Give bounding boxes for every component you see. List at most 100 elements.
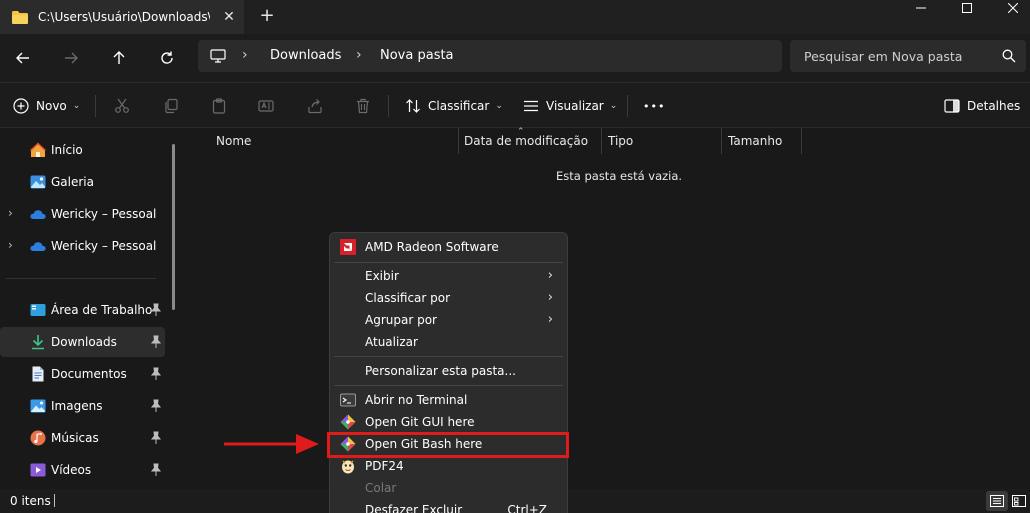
divider — [95, 95, 96, 117]
pin-icon[interactable] — [150, 335, 162, 349]
plus-circle-icon — [13, 98, 29, 114]
share-button[interactable] — [307, 83, 323, 129]
chevron-down-icon: ⌄ — [609, 101, 618, 111]
menu-item-personalizar[interactable]: Personalizar esta pasta... — [334, 360, 563, 382]
menu-item-classificar-por[interactable]: Classificar por › — [334, 287, 563, 309]
column-header-data[interactable]: Data de modificação — [458, 128, 601, 154]
breadcrumb-downloads[interactable]: Downloads — [270, 48, 341, 63]
documents-icon — [32, 366, 44, 382]
music-icon — [30, 430, 46, 446]
chevron-down-icon: ⌄ — [495, 101, 503, 111]
chevron-right-icon[interactable]: › — [8, 206, 13, 220]
menu-divider — [334, 356, 563, 357]
cut-button[interactable] — [114, 83, 130, 129]
sidebar-item-galeria[interactable]: Galeria — [0, 167, 165, 197]
refresh-button[interactable] — [153, 44, 181, 72]
copy-icon — [165, 98, 178, 114]
sidebar-scrollbar[interactable] — [172, 144, 175, 310]
back-button[interactable] — [9, 44, 37, 72]
minimize-button[interactable] — [898, 0, 944, 16]
tab-title: C:\Users\Usuário\Downloads\N — [38, 10, 210, 24]
column-header-nome[interactable]: Nome — [210, 128, 458, 154]
highlight-annotation — [327, 432, 569, 458]
sidebar-item-downloads[interactable]: Downloads — [0, 327, 165, 357]
maximize-button[interactable] — [944, 0, 990, 16]
download-icon — [32, 335, 44, 350]
sidebar-item-inicio[interactable]: Início — [0, 135, 165, 165]
column-header-tipo[interactable]: Tipo — [602, 128, 721, 154]
close-tab-icon[interactable]: ✕ — [220, 8, 238, 26]
forward-button[interactable] — [57, 44, 85, 72]
new-button[interactable]: Novo ⌄ — [13, 83, 80, 129]
minimize-icon — [916, 7, 926, 9]
column-header-tamanho[interactable]: Tamanho — [722, 128, 801, 154]
details-pane-icon — [944, 99, 960, 113]
sidebar-item-videos[interactable]: Vídeos — [0, 455, 165, 485]
divider — [6, 278, 156, 279]
tab-current-folder[interactable]: C:\Users\Usuário\Downloads\N ✕ — [0, 0, 244, 34]
divider — [388, 95, 389, 117]
details-view-icon — [990, 495, 1004, 507]
up-button[interactable] — [105, 44, 133, 72]
title-bar: C:\Users\Usuário\Downloads\N ✕ + — [0, 0, 1030, 34]
sidebar-item-onedrive-1[interactable]: › Wericky – Pessoal — [0, 199, 165, 229]
menu-item-desfazer-excluir[interactable]: Desfazer Excluir Ctrl+Z — [334, 499, 563, 513]
address-bar[interactable]: › Downloads › Nova pasta — [198, 40, 782, 72]
view-button-label: Visualizar — [546, 99, 604, 113]
sort-icon — [406, 99, 420, 113]
paste-button[interactable] — [211, 83, 227, 129]
details-pane-button[interactable]: Detalhes — [944, 83, 1020, 129]
computer-icon — [210, 49, 226, 63]
view-button[interactable]: Visualizar ⌄ — [523, 83, 617, 129]
menu-item-atualizar[interactable]: Atualizar — [334, 331, 563, 353]
folder-icon — [12, 10, 28, 24]
menu-item-exibir[interactable]: Exibir › — [334, 265, 563, 287]
details-view-button[interactable] — [986, 491, 1008, 511]
chevron-right-icon: › — [547, 268, 553, 283]
new-tab-button[interactable]: + — [257, 7, 277, 27]
gallery-icon — [30, 175, 46, 189]
sidebar-item-onedrive-2[interactable]: › Wericky – Pessoal — [0, 231, 165, 261]
pin-icon[interactable] — [150, 303, 162, 317]
pin-icon[interactable] — [150, 399, 162, 413]
sidebar-item-imagens[interactable]: Imagens — [0, 391, 165, 421]
menu-item-abrir-terminal[interactable]: Abrir no Terminal — [334, 389, 563, 411]
clipboard-icon — [212, 98, 226, 114]
close-window-button[interactable] — [990, 0, 1030, 16]
sidebar-item-documentos[interactable]: Documentos — [0, 359, 165, 389]
tiles-view-button[interactable] — [1008, 491, 1030, 511]
onedrive-cloud-icon — [30, 210, 46, 219]
refresh-icon — [161, 51, 173, 64]
arrow-up-icon — [113, 51, 125, 64]
view-list-icon — [524, 100, 538, 112]
sort-button[interactable]: Classificar ⌄ — [405, 83, 503, 129]
breadcrumb-nova-pasta[interactable]: Nova pasta — [380, 48, 454, 63]
sidebar-item-area-de-trabalho[interactable]: Área de Trabalho — [0, 295, 165, 325]
git-icon — [340, 414, 356, 430]
delete-button[interactable] — [355, 83, 371, 129]
rename-button[interactable] — [258, 83, 274, 129]
search-box — [790, 40, 1026, 72]
menu-item-pdf24[interactable]: PDF24 — [334, 455, 563, 477]
sort-button-label: Classificar — [428, 99, 490, 113]
pin-icon[interactable] — [150, 367, 162, 381]
more-options-button[interactable]: ••• — [643, 83, 665, 129]
menu-item-git-gui[interactable]: Open Git GUI here — [334, 411, 563, 433]
chevron-right-icon: › — [547, 290, 553, 305]
context-menu: AMD Radeon Software Exibir › Classificar… — [329, 232, 568, 513]
menu-item-agrupar-por[interactable]: Agrupar por › — [334, 309, 563, 331]
scissors-icon — [115, 98, 129, 113]
shortcut-label: Ctrl+Z — [507, 503, 547, 513]
sidebar-item-musicas[interactable]: Músicas — [0, 423, 165, 453]
command-bar: Novo ⌄ Classificar ⌄ Visualizar ⌄ ••• De… — [0, 82, 1030, 128]
tiles-view-icon — [1012, 495, 1026, 507]
home-icon — [30, 142, 46, 157]
search-input[interactable] — [790, 40, 990, 72]
column-divider[interactable] — [801, 128, 802, 154]
pin-icon[interactable] — [150, 431, 162, 445]
search-icon[interactable] — [1002, 49, 1016, 63]
copy-button[interactable] — [163, 83, 179, 129]
pin-icon[interactable] — [150, 463, 162, 477]
menu-item-amd-radeon[interactable]: AMD Radeon Software — [334, 236, 563, 258]
chevron-right-icon[interactable]: › — [8, 238, 13, 252]
